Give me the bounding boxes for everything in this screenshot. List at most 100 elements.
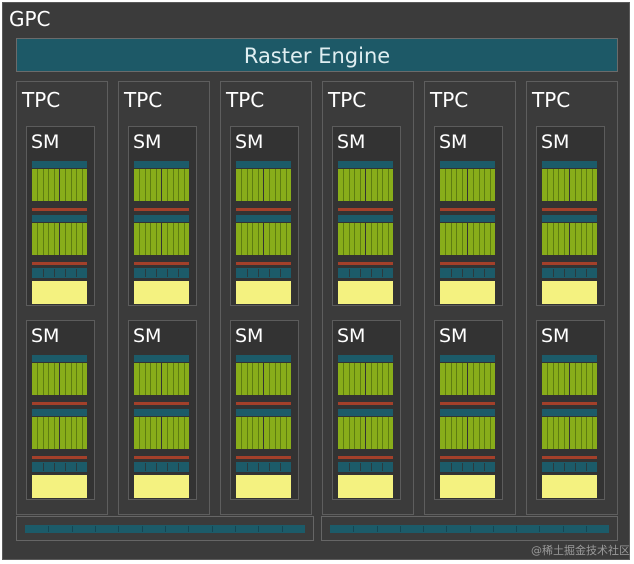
cuda-core-array: [264, 417, 291, 449]
warp-scheduler-strip: [440, 355, 495, 362]
cuda-core-array: [162, 223, 189, 255]
interconnect-bus: [330, 525, 609, 533]
warp-scheduler-strip: [338, 161, 393, 168]
warp-scheduler-strip: [236, 161, 291, 168]
texture-unit-row: [338, 268, 393, 278]
cuda-core-array: [366, 169, 393, 201]
sm-label: SM: [541, 325, 570, 347]
texture-unit-row: [236, 462, 291, 472]
cuda-core-array: [542, 363, 569, 395]
gpc-label: GPC: [9, 7, 51, 31]
sm-label: SM: [133, 325, 162, 347]
register-file-strip: [542, 456, 597, 459]
register-file-strip: [134, 208, 189, 211]
register-file-strip: [440, 402, 495, 405]
l1-cache-block: [542, 475, 597, 498]
cuda-core-array: [440, 417, 467, 449]
tpc-label: TPC: [532, 88, 571, 112]
cuda-core-array: [236, 169, 263, 201]
texture-unit-row: [542, 462, 597, 472]
sm-block: SM: [332, 126, 401, 306]
l1-cache-block: [440, 475, 495, 498]
register-file-strip: [338, 262, 393, 265]
cuda-core-array: [366, 223, 393, 255]
cuda-core-array: [134, 169, 161, 201]
cuda-core-array: [134, 417, 161, 449]
register-file-strip: [236, 262, 291, 265]
cuda-core-array: [338, 363, 365, 395]
sm-block: SM: [536, 320, 605, 500]
cuda-core-array: [60, 223, 87, 255]
warp-scheduler-strip: [32, 215, 87, 222]
texture-unit-row: [32, 462, 87, 472]
register-file-strip: [32, 208, 87, 211]
cuda-core-array: [366, 363, 393, 395]
texture-unit-row: [338, 462, 393, 472]
warp-scheduler-strip: [32, 355, 87, 362]
cuda-core-array: [542, 223, 569, 255]
sm-label: SM: [31, 325, 60, 347]
tpc-block: TPC SM SM: [526, 81, 618, 515]
cuda-core-array: [32, 363, 59, 395]
register-file-strip: [440, 456, 495, 459]
register-file-strip: [32, 402, 87, 405]
texture-unit-row: [32, 268, 87, 278]
cuda-core-array: [468, 363, 495, 395]
sm-label: SM: [439, 131, 468, 153]
cuda-core-array: [468, 169, 495, 201]
register-file-strip: [440, 208, 495, 211]
warp-scheduler-strip: [440, 161, 495, 168]
warp-scheduler-strip: [440, 215, 495, 222]
warp-scheduler-strip: [542, 161, 597, 168]
l1-cache-block: [440, 281, 495, 304]
sm-block: SM: [230, 126, 299, 306]
l1-cache-block: [134, 475, 189, 498]
cuda-core-array: [366, 417, 393, 449]
texture-unit-row: [236, 268, 291, 278]
register-file-strip: [236, 208, 291, 211]
cuda-core-array: [264, 223, 291, 255]
warp-scheduler-strip: [236, 355, 291, 362]
sm-label: SM: [235, 325, 264, 347]
sm-label: SM: [541, 131, 570, 153]
cuda-core-array: [60, 169, 87, 201]
cuda-core-array: [32, 223, 59, 255]
tpc-block: TPC SM SM: [16, 81, 108, 515]
sm-label: SM: [439, 325, 468, 347]
cuda-core-array: [440, 169, 467, 201]
cuda-core-array: [542, 417, 569, 449]
cuda-core-array: [236, 363, 263, 395]
cuda-core-array: [236, 417, 263, 449]
l1-cache-block: [236, 475, 291, 498]
tpc-label: TPC: [430, 88, 469, 112]
register-file-strip: [134, 262, 189, 265]
sm-label: SM: [133, 131, 162, 153]
l1-cache-block: [236, 281, 291, 304]
register-file-strip: [236, 456, 291, 459]
register-file-strip: [338, 402, 393, 405]
tpc-block: TPC SM SM: [118, 81, 210, 515]
cuda-core-array: [468, 223, 495, 255]
sm-block: SM: [332, 320, 401, 500]
interconnect-bar-right: [321, 516, 618, 541]
register-file-strip: [134, 402, 189, 405]
cuda-core-array: [162, 417, 189, 449]
sm-block: SM: [434, 320, 503, 500]
register-file-strip: [338, 456, 393, 459]
cuda-core-array: [134, 223, 161, 255]
register-file-strip: [542, 208, 597, 211]
tpc-label: TPC: [22, 88, 61, 112]
warp-scheduler-strip: [236, 215, 291, 222]
register-file-strip: [32, 456, 87, 459]
register-file-strip: [542, 402, 597, 405]
texture-unit-row: [542, 268, 597, 278]
sm-block: SM: [128, 126, 197, 306]
interconnect-bus: [25, 525, 305, 533]
interconnect-bar-left: [16, 516, 314, 541]
sm-label: SM: [337, 325, 366, 347]
register-file-strip: [32, 262, 87, 265]
l1-cache-block: [338, 475, 393, 498]
tpc-label: TPC: [226, 88, 265, 112]
gpc-block: GPC Raster Engine TPC SM SM TPC SM SM TPC SM SM T…: [2, 2, 630, 560]
sm-block: SM: [26, 320, 95, 500]
